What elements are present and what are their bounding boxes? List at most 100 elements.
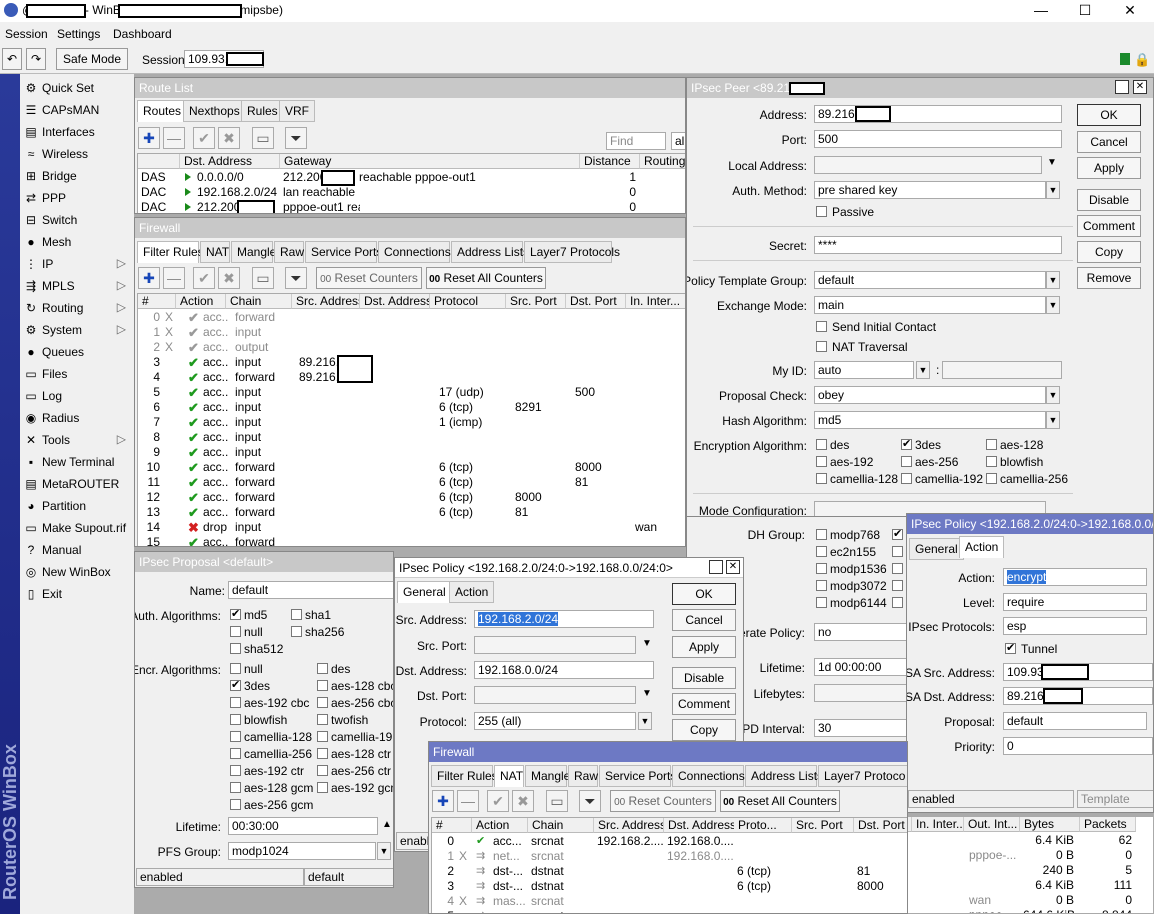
tab-connections[interactable]: Connections [672,765,745,787]
tab-layer7-protoco[interactable]: Layer7 Protoco [818,765,907,787]
tab-layer7-protocols[interactable]: Layer7 Protocols [524,241,620,263]
encr-twofish-checkbox[interactable] [317,714,328,725]
disable-button[interactable]: ✖ [512,790,534,812]
chevron-down-icon[interactable]: ▼ [1046,411,1060,429]
tunnel-checkbox[interactable]: ✔ [1005,643,1016,654]
enable-button[interactable]: ✔ [487,790,509,812]
encr-aes-256-gcm-checkbox[interactable] [230,799,241,810]
add-button[interactable]: ✚ [432,790,454,812]
close-icon[interactable]: ✕ [1133,80,1147,94]
sidebar-item-make-supout-rif[interactable]: ▭ Make Supout.rif [20,517,134,539]
enable-button[interactable]: ✔ [193,127,215,149]
table-row[interactable]: 13 ✔ acc... forward 6 (tcp) 81 [138,505,685,520]
minimize-button[interactable]: — [1018,0,1064,22]
filter-button[interactable]: ⏷ [285,127,307,149]
sidebar-item-wireless[interactable]: ≈ Wireless [20,143,134,165]
policy-group-select[interactable]: default [814,271,1046,289]
remove-button[interactable]: — [163,267,185,289]
chevron-down-icon[interactable]: ▼ [1046,181,1060,199]
sidebar-item-switch[interactable]: ⊟ Switch [20,209,134,231]
add-button[interactable]: ✚ [138,267,160,289]
encryption-aes-256-checkbox[interactable] [901,456,912,467]
table-row[interactable]: 7 ✔ acc... input 1 (icmp) [138,415,685,430]
table-row[interactable]: 3✔acc...input89.216. [138,355,685,370]
tab-service-ports[interactable]: Service Ports [305,241,382,263]
nat-col-header[interactable]: Bytes [1020,817,1080,832]
sidebar-item-ip[interactable]: ⋮ IP ▷ [20,253,134,275]
sidebar-item-system[interactable]: ⚙ System ▷ [20,319,134,341]
sidebar-item-capsman[interactable]: ☰ CAPsMAN [20,99,134,121]
tab-mangle[interactable]: Mangle [525,765,570,787]
add-button[interactable]: ✚ [138,127,160,149]
encryption-aes-192-checkbox[interactable] [816,456,827,467]
ipsec-protocols-select[interactable]: esp [1003,617,1147,635]
nat-col-header[interactable]: Dst. Address [664,818,736,833]
dh-ec2n155-checkbox[interactable] [816,546,827,557]
disable-button[interactable]: ✖ [218,267,240,289]
find-scope-select[interactable]: all [671,132,685,150]
sidebar-item-tools[interactable]: ✕ Tools ▷ [20,429,134,451]
table-row[interactable]: 9 ✔ acc... input [138,445,685,460]
lifebytes-field[interactable] [814,684,907,702]
table-row[interactable]: 8 ✔ acc... input [138,430,685,445]
fw-col-header[interactable]: # [138,294,176,309]
nat-col-header[interactable]: Action [472,818,528,833]
encr-des-checkbox[interactable] [317,663,328,674]
comment-button[interactable]: ▭ [546,790,568,812]
my-id-value-field[interactable] [942,361,1062,379]
table-row[interactable]: 0 ✔ acc... srcnat 192.168.2.... 192.168.0.... [432,834,907,849]
level-select[interactable]: require [1003,593,1147,611]
encr-null-checkbox[interactable] [230,663,241,674]
auth-sha256-checkbox[interactable] [291,626,302,637]
tab-rules[interactable]: Rules [241,100,284,122]
disable-button[interactable]: Disable [1077,189,1141,211]
chevron-down-icon[interactable]: ▼ [638,712,652,730]
apply-button[interactable]: Apply [1077,157,1141,179]
table-row[interactable]: 4 X ⇉ mas... srcnat [432,894,907,909]
filter-button[interactable]: ⏷ [579,790,601,812]
sidebar-item-metarouter[interactable]: ▤ MetaROUTER [20,473,134,495]
sidebar-item-queues[interactable]: ● Queues [20,341,134,363]
tab-raw[interactable]: Raw [568,765,598,787]
maximize-icon[interactable] [1115,80,1129,94]
passive-checkbox[interactable] [816,206,827,217]
tab-address-lists[interactable]: Address Lists [451,241,529,263]
tab-routes[interactable]: Routes [137,100,188,122]
encryption-3des-checkbox[interactable]: ✔ [901,439,912,450]
encr-aes-256-cbc-checkbox[interactable] [317,697,328,708]
dh-second-column-checkbox[interactable] [892,563,903,574]
auth-sha512-checkbox[interactable] [230,643,241,654]
table-row[interactable]: 5 ✔ acc... input 17 (udp) 500 [138,385,685,400]
sidebar-item-bridge[interactable]: ⊞ Bridge [20,165,134,187]
table-row[interactable]: 5 ⇉ mas...srcnat [432,909,907,913]
chevron-down-icon[interactable]: ▼ [642,638,652,649]
maximize-icon[interactable] [709,560,723,574]
auth-method-select[interactable]: pre shared key [814,181,1046,199]
safe-mode-button[interactable]: Safe Mode [56,48,128,70]
fw-col-header[interactable]: Dst. Port [566,294,626,309]
address-field[interactable]: 89.216. [814,105,1062,123]
encr-aes-192-cbc-checkbox[interactable] [230,697,241,708]
cancel-button[interactable]: Cancel [1077,131,1141,153]
encryption-camellia-192-checkbox[interactable] [901,473,912,484]
send-initial-contact-checkbox[interactable] [816,321,827,332]
encr-aes-128-gcm-checkbox[interactable] [230,782,241,793]
dh-modp6144-checkbox[interactable] [816,597,827,608]
tab-nat[interactable]: NAT [200,241,230,263]
encryption-camellia-256-checkbox[interactable] [986,473,997,484]
src-port-field[interactable] [474,636,636,654]
table-row[interactable]: 15 ✔ acc... forward [138,535,685,546]
chevron-down-icon[interactable]: ▼ [1046,386,1060,404]
fw-col-header[interactable]: Src. Address [292,294,360,309]
src-address-field[interactable]: 192.168.2.0/24 [474,610,654,628]
encr-3des-checkbox[interactable]: ✔ [230,680,241,691]
sidebar-item-new-winbox[interactable]: ◎ New WinBox [20,561,134,583]
tab-general[interactable]: General [397,581,452,603]
sidebar-item-exit[interactable]: ▯ Exit [20,583,134,605]
sidebar-item-ppp[interactable]: ⇄ PPP [20,187,134,209]
nat-col-header[interactable]: Proto... [734,818,792,833]
tab-raw[interactable]: Raw [274,241,304,263]
local-address-field[interactable] [814,156,1042,174]
enable-button[interactable]: ✔ [193,267,215,289]
tab-general[interactable]: General [909,538,964,560]
